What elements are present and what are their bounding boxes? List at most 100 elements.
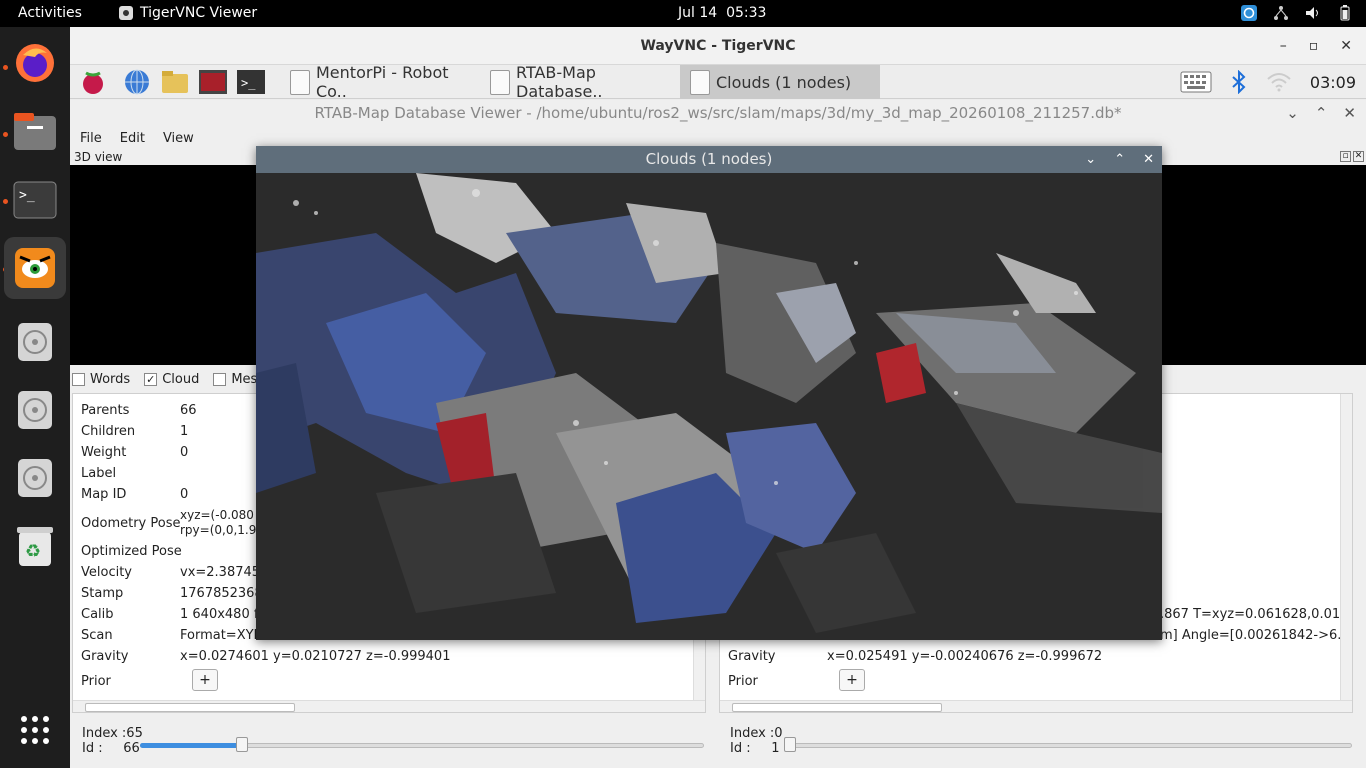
prior-add-button[interactable]: +: [192, 669, 218, 691]
cloud-checkbox[interactable]: ✓ Cloud: [144, 372, 199, 387]
disc-launcher[interactable]: [10, 453, 60, 503]
files-launcher[interactable]: [10, 107, 60, 157]
show-apps-button[interactable]: [10, 705, 60, 755]
pi-clock[interactable]: 03:09: [1310, 73, 1356, 92]
index-label: Index :0: [730, 726, 783, 741]
app-name-label: TigerVNC Viewer: [140, 5, 258, 21]
disc-launcher[interactable]: [10, 385, 60, 435]
running-indicator: [3, 65, 8, 70]
task-label: RTAB-Map Database..: [516, 63, 603, 101]
terminal-red-icon[interactable]: [198, 68, 228, 96]
info-key: Stamp: [81, 586, 124, 601]
right-slider-handle[interactable]: [784, 737, 796, 752]
info-key: Weight: [81, 445, 127, 460]
scrollbar-thumb[interactable]: [85, 703, 295, 712]
maximize-button[interactable]: ▫: [1309, 27, 1319, 65]
minimize-button[interactable]: –: [1280, 27, 1287, 65]
info-key: Scan: [81, 628, 113, 643]
info-value: 1 640x480 fx: [180, 607, 267, 622]
vertical-scrollbar[interactable]: [1340, 394, 1352, 700]
clouds-titlebar[interactable]: Clouds (1 nodes) ⌄ ⌃ ✕: [256, 146, 1162, 173]
horizontal-scrollbar[interactable]: [73, 700, 705, 712]
svg-text:♻: ♻: [25, 541, 41, 562]
rtabmap-titlebar[interactable]: RTAB-Map Database Viewer - /home/ubuntu/…: [70, 100, 1366, 127]
clock[interactable]: Jul 14 05:33: [678, 5, 766, 21]
terminal-icon: >_: [13, 181, 57, 219]
terminal-icon[interactable]: >_: [236, 68, 266, 96]
minimize-button[interactable]: ⌄: [1286, 100, 1299, 127]
volume-icon[interactable]: [1304, 4, 1322, 22]
info-key: Prior: [728, 674, 758, 689]
tigervnc-icon: [15, 248, 55, 288]
left-index-display: Index :65 Id : 66: [82, 726, 143, 756]
checkbox-box: [72, 372, 85, 386]
info-key: Optimized Pose: [81, 544, 182, 559]
info-value: Format=XYI: [180, 628, 258, 643]
info-key: Gravity: [81, 649, 129, 664]
close-dock-button[interactable]: ✕: [1353, 151, 1364, 162]
document-icon: [290, 70, 310, 95]
firefox-launcher[interactable]: [10, 38, 60, 88]
system-tray[interactable]: [1240, 4, 1354, 22]
close-button[interactable]: ✕: [1343, 100, 1356, 127]
right-index-display: Index :0 Id : 1: [730, 726, 783, 756]
terminal-launcher[interactable]: >_: [10, 175, 60, 225]
info-value: xyz=(-0.080: [180, 508, 254, 522]
index-label: Index :65: [82, 726, 143, 741]
words-checkbox[interactable]: Words: [72, 372, 130, 387]
gnome-top-bar: Activities TigerVNC Viewer Jul 14 05:33: [0, 0, 1366, 27]
menu-view[interactable]: View: [163, 131, 194, 146]
clouds-window: Clouds (1 nodes) ⌄ ⌃ ✕: [256, 146, 1162, 640]
right-index-slider[interactable]: [786, 743, 1352, 748]
info-value: vx=2.38745: [180, 565, 261, 580]
id-label: Id :: [82, 741, 103, 756]
left-slider-handle[interactable]: [235, 737, 248, 752]
browser-icon[interactable]: [122, 68, 152, 96]
tigervnc-launcher[interactable]: [4, 237, 66, 299]
maximize-button[interactable]: ⌃: [1315, 100, 1328, 127]
raspberry-menu-icon[interactable]: [78, 68, 108, 96]
point-cloud-view[interactable]: [256, 173, 1162, 640]
task-mentorpi[interactable]: MentorPi - Robot Co..: [280, 63, 480, 101]
prior-add-button[interactable]: +: [839, 669, 865, 691]
file-manager-icon[interactable]: [160, 68, 190, 96]
files-icon: [14, 113, 56, 150]
maximize-button[interactable]: ⌃: [1114, 146, 1125, 173]
trash-launcher[interactable]: ♻: [10, 521, 60, 571]
app-menu[interactable]: TigerVNC Viewer: [118, 5, 257, 21]
task-clouds[interactable]: Clouds (1 nodes): [680, 65, 880, 99]
info-value: x=0.025491 y=-0.00240676 z=-0.999672: [827, 649, 1103, 664]
close-button[interactable]: ✕: [1340, 27, 1352, 65]
sync-icon[interactable]: [1240, 4, 1258, 22]
ubuntu-dock: >_ ♻: [0, 27, 70, 768]
id-value: 66: [123, 741, 140, 756]
keyboard-icon[interactable]: [1180, 71, 1212, 93]
horizontal-scrollbar[interactable]: [720, 700, 1352, 712]
disc-icon: [18, 323, 52, 361]
network-icon[interactable]: [1272, 4, 1290, 22]
disc-icon: [18, 459, 52, 497]
vnc-titlebar[interactable]: WayVNC - TigerVNC – ▫ ✕: [70, 27, 1366, 65]
scrollbar-thumb[interactable]: [732, 703, 942, 712]
bluetooth-icon[interactable]: [1230, 70, 1248, 94]
task-rtabmap-database[interactable]: RTAB-Map Database..: [480, 63, 680, 101]
disc-launcher[interactable]: [10, 317, 60, 367]
menu-file[interactable]: File: [80, 131, 102, 146]
activities-button[interactable]: Activities: [18, 5, 82, 21]
id-value: 1: [771, 741, 780, 756]
minimize-button[interactable]: ⌄: [1085, 146, 1096, 173]
battery-icon[interactable]: [1336, 4, 1354, 22]
tigervnc-icon: [119, 6, 133, 20]
trash-icon: ♻: [17, 527, 53, 566]
float-dock-button[interactable]: ▫: [1340, 151, 1351, 162]
wifi-icon[interactable]: [1266, 71, 1292, 93]
running-indicator: [3, 132, 8, 137]
rtabmap-window-title: RTAB-Map Database Viewer - /home/ubuntu/…: [314, 104, 1122, 122]
checkbox-label: Cloud: [162, 371, 200, 387]
vnc-window-title: WayVNC - TigerVNC: [640, 38, 796, 54]
clock-time: 05:33: [726, 5, 767, 21]
close-button[interactable]: ✕: [1143, 146, 1154, 173]
pi-taskbar: >_ MentorPi - Robot Co.. RTAB-Map Databa…: [70, 63, 1366, 101]
menu-edit[interactable]: Edit: [120, 131, 145, 146]
info-value: 0: [180, 445, 189, 460]
